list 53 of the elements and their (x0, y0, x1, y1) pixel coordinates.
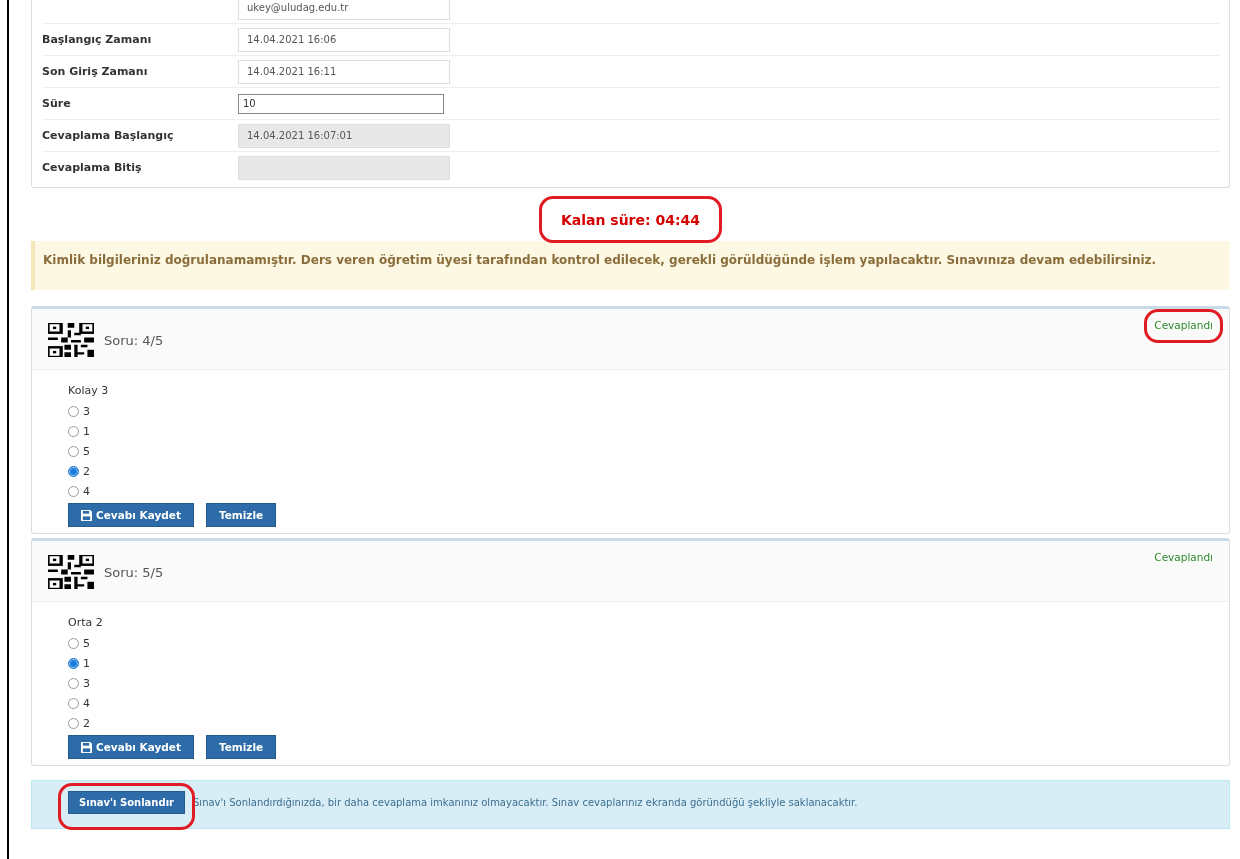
option-label: 1 (83, 656, 90, 670)
option-label: 2 (83, 464, 90, 478)
answer-option[interactable]: 2 (68, 461, 1193, 481)
text-field[interactable]: 14.04.2021 16:11 (238, 59, 450, 84)
radio-button[interactable] (68, 445, 79, 457)
field-label: Süre (42, 97, 71, 110)
answer-option[interactable]: 3 (68, 401, 1193, 421)
option-label: 3 (83, 676, 90, 690)
option-label: 3 (83, 404, 90, 418)
finish-exam-button[interactable]: Sınav'ı Sonlandır (68, 791, 185, 814)
text-field[interactable]: 14.04.2021 16:06 (238, 27, 450, 52)
question-title: Soru: 5/5 (104, 564, 164, 580)
qr-code-icon (48, 323, 94, 357)
radio-button[interactable] (68, 697, 79, 709)
option-label: 5 (83, 444, 90, 458)
readonly-field: 14.04.2021 16:07:01 (238, 123, 450, 148)
field-label: Son Giriş Zamanı (42, 65, 148, 78)
input-field[interactable]: 10 (238, 93, 444, 114)
option-label: 4 (83, 696, 90, 710)
radio-button[interactable] (68, 677, 79, 689)
answer-option[interactable]: 2 (68, 713, 1193, 733)
clear-button[interactable]: Temizle (205, 735, 277, 759)
answer-option[interactable]: 4 (68, 481, 1193, 501)
field-label: Cevaplama Bitiş (42, 161, 142, 174)
answer-option[interactable]: 1 (68, 421, 1193, 441)
question-text: Kolay 3 (68, 384, 110, 397)
answer-option[interactable]: 1 (68, 653, 1193, 673)
option-label: 1 (83, 424, 90, 438)
text-field[interactable]: ukey@uludag.edu.tr (238, 0, 450, 20)
countdown-timer: Kalan süre: 04:44 (560, 212, 701, 228)
option-label: 5 (83, 636, 90, 650)
save-answer-button[interactable]: Cevabı Kaydet (68, 503, 194, 527)
warning-alert: Kimlik bilgileriniz doğrulanamamıştır. Ders veren öğretim üyesi tarafından kontrol edilecek, gerekli görüldüğünde işlem yapılacaktır. Sınavınıza devam edebilirsiniz. (31, 241, 1230, 290)
answered-status: Cevaplandı (1154, 319, 1213, 331)
qr-code-icon (48, 555, 94, 589)
radio-button[interactable] (68, 405, 79, 417)
question-text: Orta 2 (68, 616, 104, 629)
field-label: Başlangıç Zamanı (42, 33, 152, 46)
answer-option[interactable]: 5 (68, 633, 1193, 653)
option-label: 4 (83, 484, 90, 498)
answer-option[interactable]: 4 (68, 693, 1193, 713)
radio-button[interactable] (68, 425, 79, 437)
clear-button[interactable]: Temizle (205, 503, 277, 527)
radio-button[interactable] (68, 717, 79, 729)
answered-status: Cevaplandı (1154, 551, 1213, 563)
answer-option[interactable]: 3 (68, 673, 1193, 693)
save-answer-button[interactable]: Cevabı Kaydet (68, 735, 194, 759)
question-title: Soru: 4/5 (104, 332, 164, 348)
answer-option[interactable]: 5 (68, 441, 1193, 461)
option-label: 2 (83, 716, 90, 730)
field-label: Cevaplama Başlangıç (42, 129, 174, 142)
radio-button[interactable] (68, 637, 79, 649)
radio-button[interactable] (68, 485, 79, 497)
